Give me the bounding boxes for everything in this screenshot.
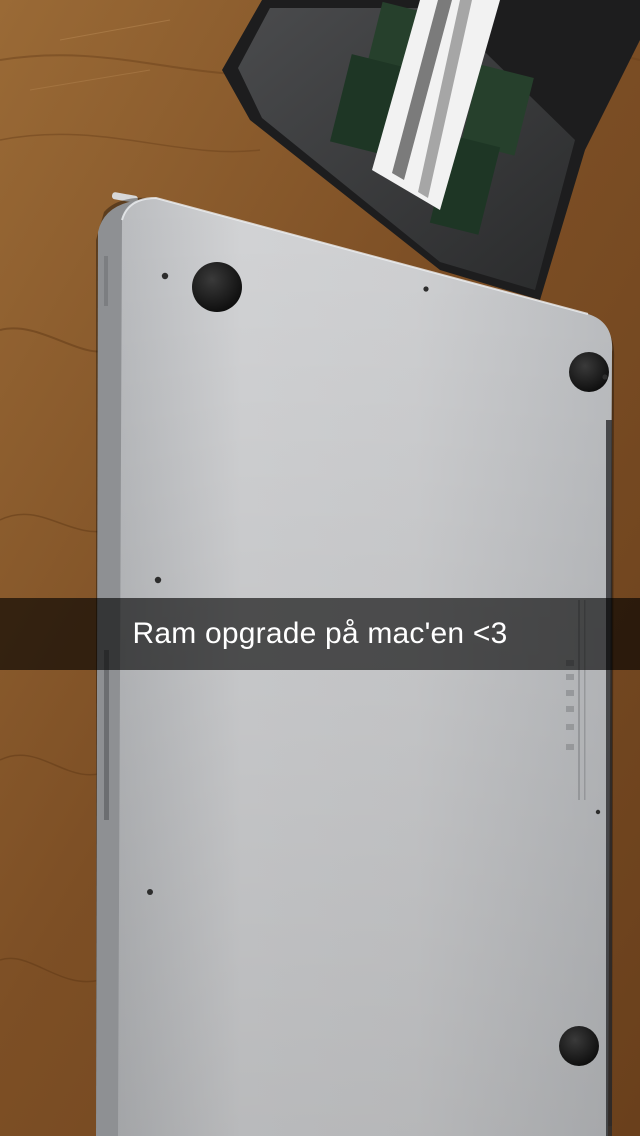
rubber-foot	[569, 352, 609, 392]
caption-bar: Ram opgrade på mac'en <3	[0, 598, 640, 670]
photo	[0, 0, 640, 1136]
snap-photo-view: Ram opgrade på mac'en <3	[0, 0, 640, 1136]
rubber-foot	[559, 1026, 599, 1066]
caption-text: Ram opgrade på mac'en <3	[132, 617, 508, 650]
rubber-foot	[192, 262, 242, 312]
